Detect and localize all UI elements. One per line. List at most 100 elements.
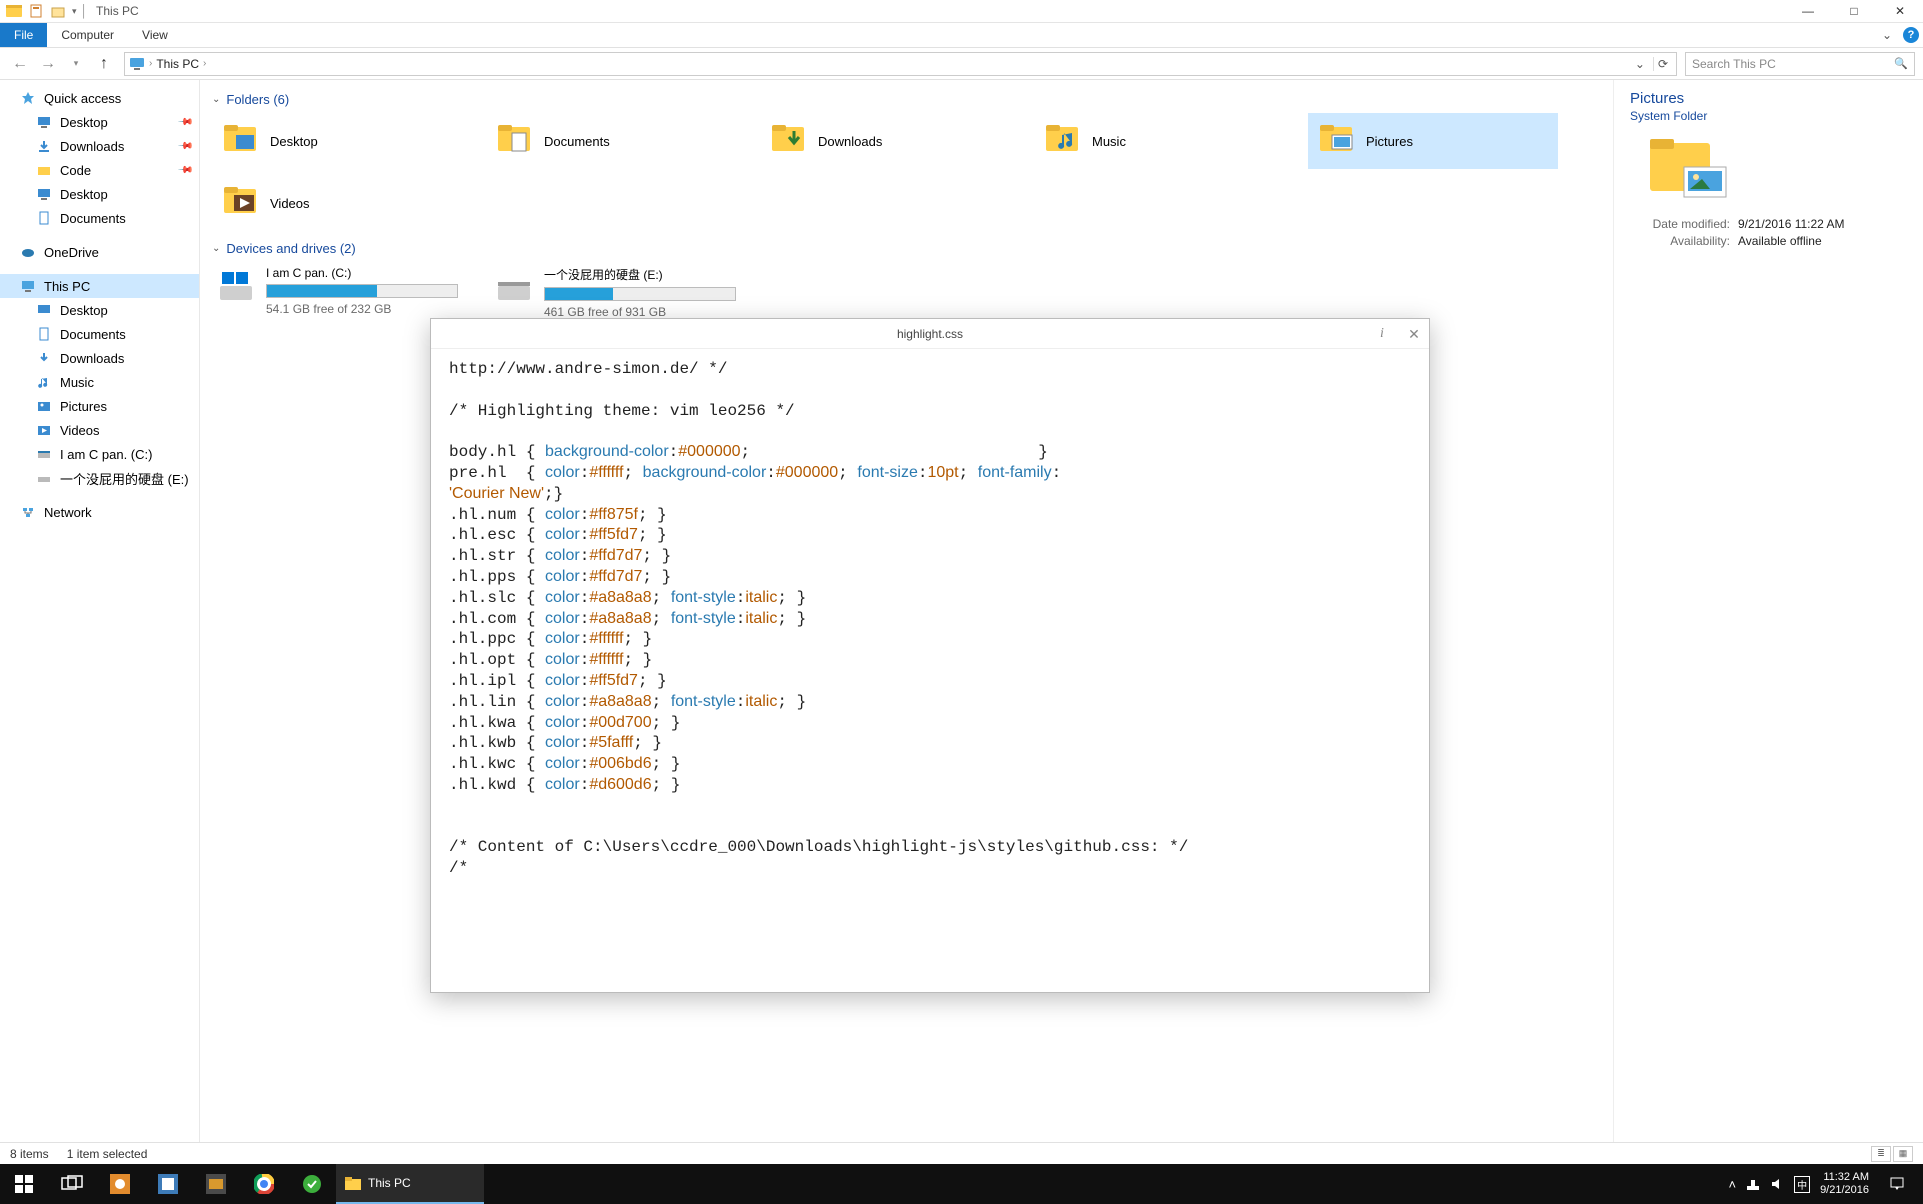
sidebar-pc-drive-c[interactable]: I am C pan. (C:) bbox=[0, 442, 199, 466]
taskbar-app-3[interactable] bbox=[192, 1164, 240, 1204]
drives-group-header[interactable]: ⌄ Devices and drives (2) bbox=[212, 241, 1601, 256]
taskview-button[interactable] bbox=[48, 1164, 96, 1204]
videos-icon bbox=[36, 422, 52, 438]
minimize-button[interactable]: — bbox=[1785, 0, 1831, 22]
sidebar-item-label: OneDrive bbox=[44, 245, 99, 260]
tray-chevron-up-icon[interactable]: ˄ bbox=[1728, 1177, 1736, 1192]
sidebar-item-label: Music bbox=[60, 375, 94, 390]
thispc-icon bbox=[129, 56, 145, 72]
preview-close-button[interactable]: ✕ bbox=[1403, 326, 1425, 343]
sidebar-qa-desktop2[interactable]: Desktop bbox=[0, 182, 199, 206]
sidebar-pc-desktop[interactable]: Desktop bbox=[0, 298, 199, 322]
sidebar-item-label: Documents bbox=[60, 211, 126, 226]
start-button[interactable] bbox=[0, 1164, 48, 1204]
sidebar-qa-documents[interactable]: Documents bbox=[0, 206, 199, 230]
folder-icon bbox=[768, 121, 808, 161]
preview-titlebar[interactable]: highlight.css i ✕ bbox=[431, 319, 1429, 349]
tray-volume-icon[interactable] bbox=[1770, 1177, 1784, 1191]
tray-notifications-icon[interactable] bbox=[1879, 1176, 1915, 1192]
address-bar[interactable]: › This PC › ⌄ ⟳ bbox=[124, 52, 1677, 76]
nav-up-button[interactable]: ↑ bbox=[92, 52, 116, 76]
view-tiles-button[interactable]: ▦ bbox=[1893, 1146, 1913, 1162]
thispc-icon bbox=[20, 278, 36, 294]
folder-item[interactable]: Music bbox=[1034, 113, 1284, 169]
qat-new-folder-icon[interactable] bbox=[50, 3, 66, 19]
network-icon bbox=[20, 504, 36, 520]
tab-computer[interactable]: Computer bbox=[47, 23, 128, 47]
drive-free-text: 54.1 GB free of 232 GB bbox=[266, 302, 458, 316]
chevron-right-icon[interactable]: › bbox=[149, 58, 152, 69]
nav-forward-button[interactable]: → bbox=[36, 52, 60, 76]
folder-icon bbox=[220, 121, 260, 161]
sidebar-item-label: Quick access bbox=[44, 91, 121, 106]
sidebar-item-label: Documents bbox=[60, 327, 126, 342]
sidebar-pc-downloads[interactable]: Downloads bbox=[0, 346, 199, 370]
sidebar-qa-downloads[interactable]: Downloads📌 bbox=[0, 134, 199, 158]
folder-item[interactable]: Videos bbox=[212, 175, 462, 231]
sidebar-onedrive[interactable]: OneDrive bbox=[0, 240, 199, 264]
sidebar-quick-access[interactable]: Quick access bbox=[0, 86, 199, 110]
folder-item[interactable]: Pictures bbox=[1308, 113, 1558, 169]
folder-item[interactable]: Desktop bbox=[212, 113, 462, 169]
sidebar-pc-documents[interactable]: Documents bbox=[0, 322, 199, 346]
taskbar-app-2[interactable] bbox=[144, 1164, 192, 1204]
taskbar-app-5[interactable] bbox=[288, 1164, 336, 1204]
close-button[interactable]: ✕ bbox=[1877, 0, 1923, 22]
desktop-icon bbox=[36, 114, 52, 130]
folder-item[interactable]: Documents bbox=[486, 113, 736, 169]
help-button[interactable]: ? bbox=[1899, 23, 1923, 47]
view-details-button[interactable]: ≣ bbox=[1871, 1146, 1891, 1162]
search-input[interactable]: Search This PC 🔍 bbox=[1685, 52, 1915, 76]
status-item-count: 8 items bbox=[10, 1147, 49, 1161]
folder-label: Pictures bbox=[1366, 134, 1413, 149]
folders-group-header[interactable]: ⌄ Folders (6) bbox=[212, 92, 1601, 107]
tray-network-icon[interactable] bbox=[1746, 1177, 1760, 1191]
folder-item[interactable]: Downloads bbox=[760, 113, 1010, 169]
preview-info-button[interactable]: i bbox=[1371, 326, 1393, 342]
refresh-button[interactable]: ⟳ bbox=[1653, 57, 1672, 71]
tray-time: 11:32 AM bbox=[1820, 1171, 1869, 1184]
tray-ime-icon[interactable]: 中 bbox=[1794, 1176, 1810, 1193]
downloads-icon bbox=[36, 138, 52, 154]
window-titlebar: ▾ │ This PC — □ ✕ bbox=[0, 0, 1923, 23]
nav-back-button[interactable]: ← bbox=[8, 52, 32, 76]
sidebar-pc-music[interactable]: Music bbox=[0, 370, 199, 394]
sidebar-item-label: Videos bbox=[60, 423, 100, 438]
status-selection-count: 1 item selected bbox=[67, 1147, 148, 1161]
tray-clock[interactable]: 11:32 AM 9/21/2016 bbox=[1820, 1171, 1869, 1196]
tab-view[interactable]: View bbox=[128, 23, 182, 47]
taskbar-chrome[interactable] bbox=[240, 1164, 288, 1204]
preview-content: http://www.andre-simon.de/ */ /* Highlig… bbox=[431, 349, 1429, 992]
chevron-right-icon[interactable]: › bbox=[203, 58, 206, 69]
pin-icon: 📌 bbox=[176, 138, 193, 155]
sidebar-item-label: Desktop bbox=[60, 187, 108, 202]
drive-item[interactable]: 一个没屁用的硬盘 (E:)461 GB free of 931 GB bbox=[490, 262, 740, 323]
sidebar-qa-code[interactable]: Code📌 bbox=[0, 158, 199, 182]
drive-usage-bar bbox=[544, 287, 736, 301]
sidebar-thispc[interactable]: This PC bbox=[0, 274, 199, 298]
ribbon-expand-icon[interactable]: ⌄ bbox=[1875, 23, 1899, 47]
qat-dropdown-icon[interactable]: ▾ bbox=[72, 6, 77, 17]
tab-file[interactable]: File bbox=[0, 23, 47, 47]
seer-preview-window[interactable]: highlight.css i ✕ http://www.andre-simon… bbox=[430, 318, 1430, 993]
search-icon[interactable]: 🔍 bbox=[1894, 57, 1908, 70]
maximize-button[interactable]: □ bbox=[1831, 0, 1877, 22]
sidebar-qa-desktop[interactable]: Desktop📌 bbox=[0, 110, 199, 134]
folder-icon bbox=[1316, 121, 1356, 161]
breadcrumb-thispc[interactable]: This PC bbox=[156, 57, 199, 71]
sidebar-pc-videos[interactable]: Videos bbox=[0, 418, 199, 442]
help-icon: ? bbox=[1903, 27, 1919, 43]
drive-item[interactable]: I am C pan. (C:)54.1 GB free of 232 GB bbox=[212, 262, 462, 323]
sidebar-pc-pictures[interactable]: Pictures bbox=[0, 394, 199, 418]
system-tray: ˄ 中 11:32 AM 9/21/2016 bbox=[1720, 1164, 1923, 1204]
qat-properties-icon[interactable] bbox=[28, 3, 44, 19]
explorer-app-icon bbox=[6, 3, 22, 19]
details-title: Pictures bbox=[1630, 90, 1907, 107]
taskbar-app-1[interactable] bbox=[96, 1164, 144, 1204]
taskbar-explorer-active[interactable]: This PC bbox=[336, 1164, 484, 1204]
address-history-dropdown[interactable]: ⌄ bbox=[1631, 57, 1649, 71]
cloud-icon bbox=[20, 244, 36, 260]
nav-recent-dropdown[interactable]: ▾ bbox=[64, 52, 88, 76]
sidebar-network[interactable]: Network bbox=[0, 500, 199, 524]
sidebar-pc-drive-e[interactable]: 一个没屁用的硬盘 (E:) bbox=[0, 466, 199, 490]
